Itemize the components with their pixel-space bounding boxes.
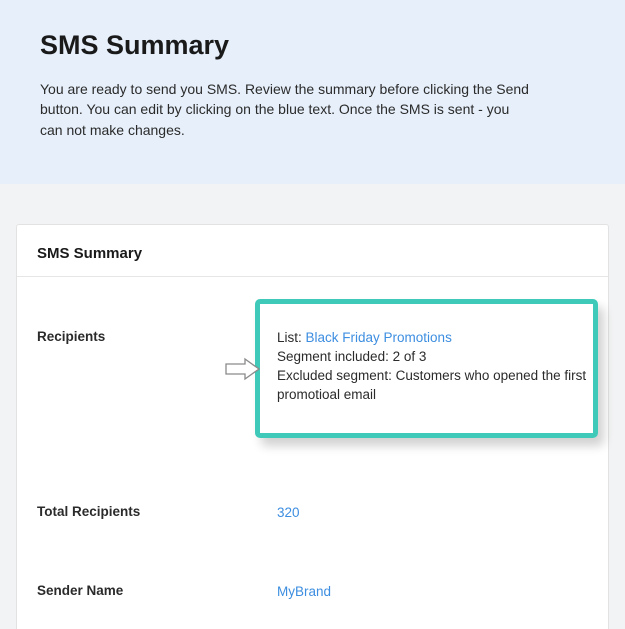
recipients-line-excluded-segment: Excluded segment: Customers who opened t… [277,367,608,405]
link-sender-name[interactable]: MyBrand [277,584,331,599]
header-area: SMS Summary You are ready to send you SM… [0,0,625,184]
recipients-line-list: List: Black Friday Promotions [277,329,608,348]
row-sender-name: Sender Name MyBrand [17,553,608,629]
label-total-recipients: Total Recipients [37,504,277,519]
arrow-icon [223,357,263,387]
card-title-row: SMS Summary [17,225,608,277]
row-recipients: Recipients List: Black Friday Promotions [17,281,608,475]
label-recipients: Recipients [37,329,277,344]
link-list-name[interactable]: Black Friday Promotions [306,330,452,345]
value-recipients: List: Black Friday Promotions Segment in… [277,329,608,405]
recipients-line-segment-included: Segment included: 2 of 3 [277,348,608,367]
page-title: SMS Summary [40,30,585,61]
list-prefix: List: [277,330,306,345]
card-title: SMS Summary [37,245,588,262]
row-total-recipients: Total Recipients 320 [17,474,608,553]
page-subtitle: You are ready to send you SMS. Review th… [40,79,530,140]
summary-card: SMS Summary Recipients List: Black F [16,224,609,629]
card-wrap: SMS Summary Recipients List: Black F [0,184,625,629]
value-sender-name: MyBrand [277,583,608,602]
value-total-recipients: 320 [277,504,608,523]
summary-rows: Recipients List: Black Friday Promotions [17,277,608,629]
label-sender-name: Sender Name [37,583,277,598]
link-total-recipients[interactable]: 320 [277,505,300,520]
